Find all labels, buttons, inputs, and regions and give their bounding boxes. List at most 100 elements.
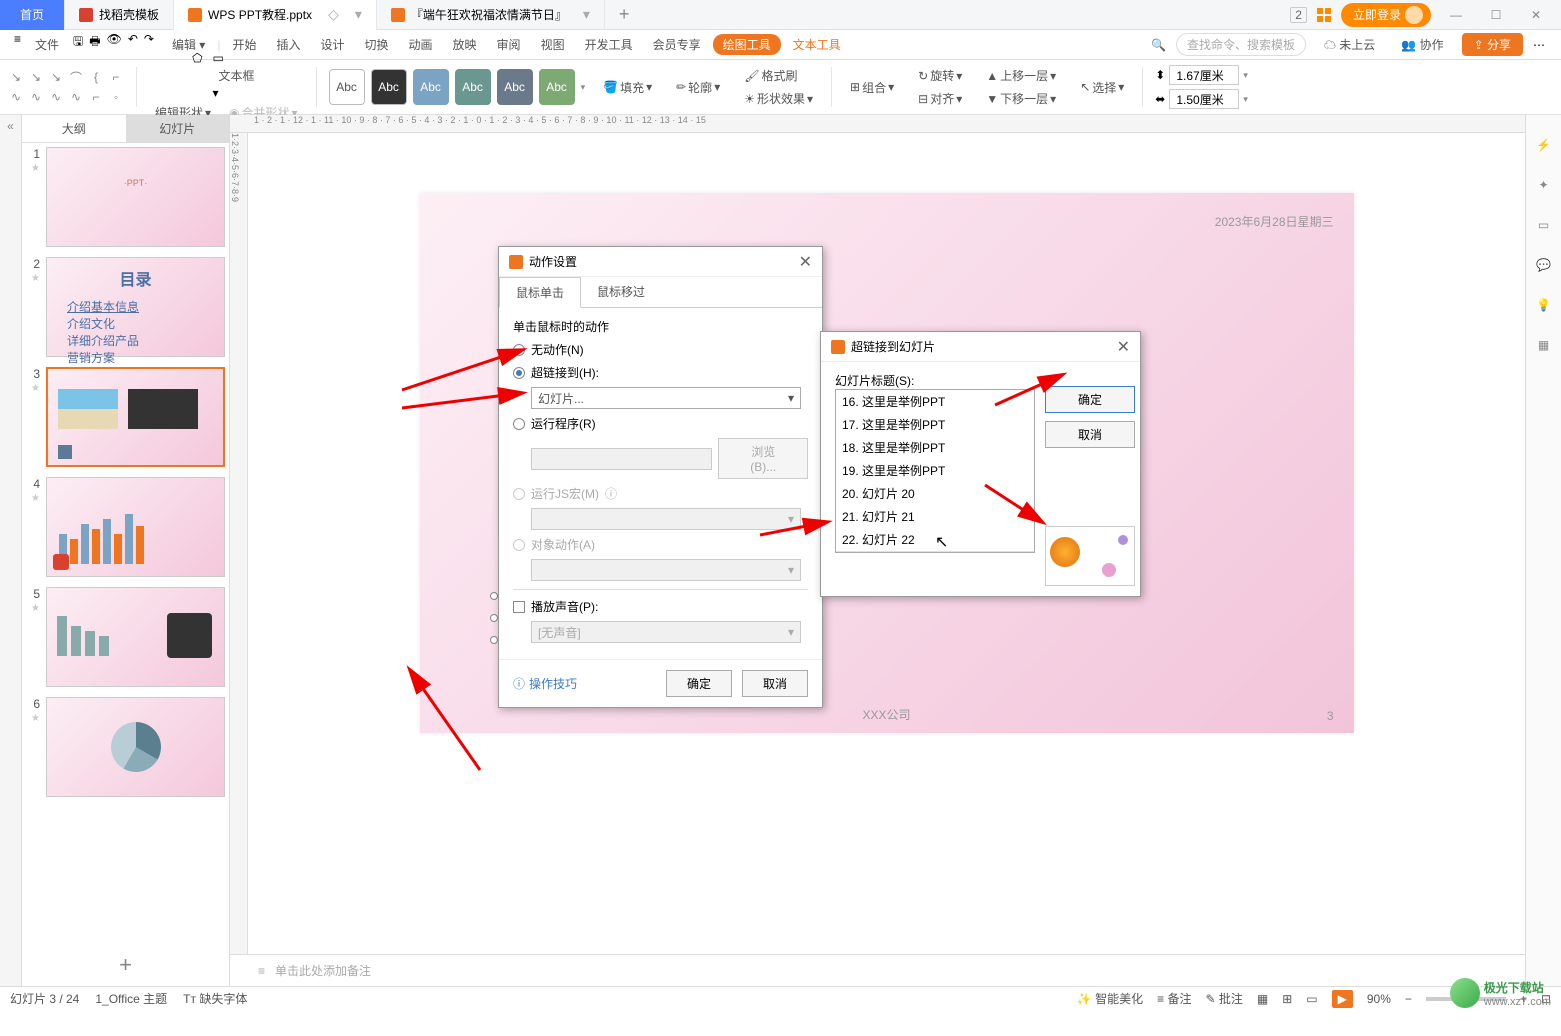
print-icon[interactable]: 🖶: [89, 32, 100, 57]
menu-design[interactable]: 设计: [312, 32, 352, 57]
view-sorter-icon[interactable]: ⊞: [1282, 992, 1292, 1006]
missing-font[interactable]: Tт 缺失字体: [183, 990, 247, 1007]
menu-devtools[interactable]: 开发工具: [577, 32, 641, 57]
tab-other-file[interactable]: 『端午狂欢祝福浓情满节日』 ▾: [377, 0, 605, 30]
menu-text-tools[interactable]: 文本工具: [785, 32, 849, 57]
tab-home[interactable]: 首页: [0, 0, 65, 30]
more-icon[interactable]: ⋯: [1533, 38, 1545, 52]
tab-current-file[interactable]: WPS PPT教程.pptx ◇ ▾: [174, 0, 377, 30]
collapse-panel-button[interactable]: «: [0, 115, 22, 986]
rotate-dropdown[interactable]: ↻ 旋转 ▾: [912, 65, 968, 86]
thumb-4[interactable]: [46, 477, 225, 577]
list-item[interactable]: 19. 这里是举例PPT: [836, 459, 1034, 482]
rail-select-icon[interactable]: ▭: [1534, 215, 1554, 235]
bring-forward[interactable]: ▲ 上移一层 ▾: [980, 65, 1062, 86]
new-tab-button[interactable]: +: [605, 4, 644, 25]
watermark: 极光下载站 www.xz7.com: [1450, 978, 1551, 1008]
notes-toggle[interactable]: ≡ 备注: [1157, 990, 1191, 1007]
menu-icon[interactable]: ≡: [14, 32, 21, 57]
tab-mouse-click[interactable]: 鼠标单击: [499, 277, 581, 308]
maximize-button[interactable]: ☐: [1481, 5, 1511, 25]
pin-icon[interactable]: ◇: [328, 6, 339, 23]
undo-icon[interactable]: ↶: [128, 32, 138, 57]
shape-gallery[interactable]: ↘↘↘⌒{⌐ ∿∿∿∿⌐◦: [8, 69, 124, 105]
rail-rocket-icon[interactable]: ⚡: [1534, 135, 1554, 155]
preview-icon[interactable]: 👁: [107, 32, 122, 57]
menu-member[interactable]: 会员专享: [645, 32, 709, 57]
close-window-button[interactable]: ✕: [1521, 5, 1551, 25]
list-item[interactable]: 16. 这里是举例PPT: [836, 390, 1034, 413]
ok-button[interactable]: 确定: [666, 670, 732, 697]
width-input[interactable]: [1169, 89, 1239, 109]
dialog-close-button[interactable]: ✕: [1117, 337, 1130, 357]
fill-dropdown[interactable]: 🪣 填充 ▾: [597, 77, 658, 98]
ok-button[interactable]: 确定: [1045, 386, 1135, 413]
align-dropdown[interactable]: ⊟ 对齐 ▾: [912, 88, 968, 109]
rail-bulb-icon[interactable]: 💡: [1534, 295, 1554, 315]
tab-templates[interactable]: 找稻壳模板: [65, 0, 174, 30]
rail-sparkle-icon[interactable]: ✦: [1534, 175, 1554, 195]
dialog-close-button[interactable]: ✕: [799, 252, 812, 272]
collab-button[interactable]: 👥 协作: [1393, 32, 1451, 57]
minimize-button[interactable]: —: [1441, 5, 1471, 25]
close-icon[interactable]: ▾: [583, 6, 590, 23]
menu-transition[interactable]: 切换: [357, 32, 397, 57]
zoom-out[interactable]: −: [1405, 992, 1412, 1006]
cloud-status[interactable]: ☁ 未上云: [1316, 32, 1383, 57]
outline-dropdown[interactable]: ✏ 轮廓 ▾: [670, 77, 726, 98]
thumb-5[interactable]: [46, 587, 225, 687]
menu-slideshow[interactable]: 放映: [445, 32, 485, 57]
thumb-6[interactable]: [46, 697, 225, 797]
command-search[interactable]: 查找命令、搜索模板: [1176, 33, 1306, 56]
outline-tab[interactable]: 大纲: [22, 115, 126, 142]
view-normal-icon[interactable]: ▦: [1257, 992, 1268, 1006]
menu-animation[interactable]: 动画: [401, 32, 441, 57]
thumb-2[interactable]: 目录介绍基本信息介绍文化详细介绍产品营销方案: [46, 257, 225, 357]
slide-list[interactable]: 16. 这里是举例PPT 17. 这里是举例PPT 18. 这里是举例PPT 1…: [835, 389, 1035, 553]
thumb-1[interactable]: ·PPT·: [46, 147, 225, 247]
menu-drawing-tools[interactable]: 绘图工具: [713, 34, 781, 55]
rail-chat-icon[interactable]: 💬: [1534, 255, 1554, 275]
radio-none[interactable]: [513, 344, 525, 356]
send-backward[interactable]: ▼ 下移一层 ▾: [980, 88, 1062, 109]
radio-hyperlink[interactable]: [513, 367, 525, 379]
view-reading-icon[interactable]: ▭: [1306, 992, 1317, 1006]
slides-tab[interactable]: 幻灯片: [126, 115, 230, 142]
format-painter[interactable]: 🖌 格式刷: [738, 65, 819, 86]
tab-mouse-over[interactable]: 鼠标移过: [581, 277, 661, 307]
list-item[interactable]: 17. 这里是举例PPT: [836, 413, 1034, 436]
smart-beautify[interactable]: ✨ 智能美化: [1077, 990, 1143, 1007]
thumb-3[interactable]: [46, 367, 225, 467]
add-slide-button[interactable]: +: [22, 944, 229, 986]
shape-style-gallery[interactable]: Abc Abc Abc Abc Abc Abc ▾: [329, 69, 586, 105]
badge-count[interactable]: 2: [1290, 7, 1307, 23]
menu-review[interactable]: 审阅: [489, 32, 529, 57]
apps-icon[interactable]: [1317, 8, 1331, 22]
shape-edit-icon[interactable]: ⬠: [192, 51, 202, 100]
comments-toggle[interactable]: ✎ 批注: [1205, 990, 1242, 1007]
radio-run-program[interactable]: [513, 418, 525, 430]
textbox-icon[interactable]: ▭ 文本框▾: [213, 51, 261, 100]
height-input[interactable]: [1169, 65, 1239, 85]
rail-present-icon[interactable]: ▦: [1534, 335, 1554, 355]
shape-effects[interactable]: ☀ 形状效果 ▾: [738, 88, 819, 109]
notes-pane[interactable]: ≡单击此处添加备注: [230, 954, 1525, 986]
close-icon[interactable]: ▾: [355, 6, 362, 23]
zoom-value[interactable]: 90%: [1367, 992, 1391, 1006]
menu-view[interactable]: 视图: [533, 32, 573, 57]
select-dropdown[interactable]: ↖ 选择 ▾: [1074, 77, 1130, 98]
hyperlink-combo[interactable]: 幻灯片...▾: [531, 387, 801, 409]
tips-link[interactable]: ⓘ 操作技巧: [513, 675, 577, 692]
play-sound-checkbox[interactable]: [513, 601, 525, 613]
view-slideshow-icon[interactable]: ▶: [1332, 990, 1353, 1008]
save-icon[interactable]: 🖫: [73, 32, 83, 57]
combine-dropdown[interactable]: ⊞ 组合 ▾: [844, 77, 900, 98]
login-button[interactable]: 立即登录: [1341, 3, 1431, 27]
list-item[interactable]: 18. 这里是举例PPT: [836, 436, 1034, 459]
file-menu[interactable]: 文件: [27, 32, 67, 57]
list-item[interactable]: 21. 幻灯片 21: [836, 505, 1034, 528]
list-item[interactable]: 20. 幻灯片 20: [836, 482, 1034, 505]
cancel-button[interactable]: 取消: [1045, 421, 1135, 448]
share-button[interactable]: ⇪ 分享: [1462, 33, 1523, 56]
cancel-button[interactable]: 取消: [742, 670, 808, 697]
